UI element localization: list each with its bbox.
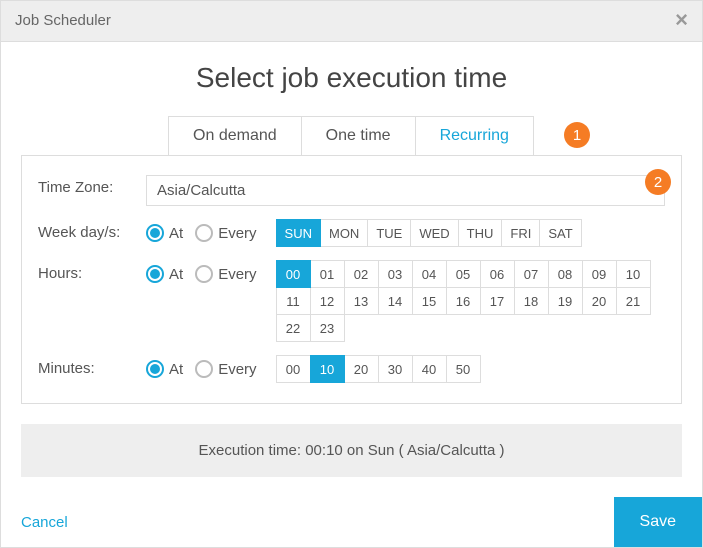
minute-cell-20[interactable]: 20	[344, 355, 379, 383]
hour-cell-11[interactable]: 11	[276, 287, 311, 315]
modal-body: Select job execution time On demand One …	[1, 42, 702, 424]
hour-cell-06[interactable]: 06	[480, 260, 515, 288]
weekday-cell-mon[interactable]: MON	[320, 219, 368, 247]
hour-cell-23[interactable]: 23	[310, 314, 345, 342]
label-minutes: Minutes:	[38, 356, 146, 377]
annotation-badge-1: 1	[564, 122, 590, 148]
tab-strip: On demand One time Recurring 1	[21, 116, 682, 156]
job-scheduler-modal: Job Scheduler × Select job execution tim…	[0, 0, 703, 548]
minute-cell-00[interactable]: 00	[276, 355, 311, 383]
weekday-options: SUNMONTUEWEDTHUFRISAT	[277, 220, 582, 247]
weekday-cell-thu[interactable]: THU	[458, 219, 503, 247]
radio-label-every: Every	[218, 266, 256, 283]
hour-cell-12[interactable]: 12	[310, 287, 345, 315]
weekdays-mode-group: At Every	[146, 220, 269, 242]
hour-cell-02[interactable]: 02	[344, 260, 379, 288]
cancel-button[interactable]: Cancel	[21, 514, 68, 531]
hours-mode-group: At Every	[146, 261, 269, 283]
minute-cell-30[interactable]: 30	[378, 355, 413, 383]
hour-cell-00[interactable]: 00	[276, 260, 311, 288]
page-heading: Select job execution time	[21, 62, 682, 94]
label-time-zone: Time Zone:	[38, 175, 146, 196]
annotation-badge-2: 2	[645, 169, 671, 195]
hour-cell-04[interactable]: 04	[412, 260, 447, 288]
close-icon[interactable]: ×	[675, 9, 688, 31]
hour-cell-01[interactable]: 01	[310, 260, 345, 288]
save-button[interactable]: Save	[614, 497, 702, 547]
hour-cell-18[interactable]: 18	[514, 287, 549, 315]
weekday-cell-tue[interactable]: TUE	[367, 219, 411, 247]
modal-header: Job Scheduler ×	[1, 1, 702, 42]
time-zone-input[interactable]	[146, 175, 665, 206]
hour-cell-14[interactable]: 14	[378, 287, 413, 315]
radio-minutes-every[interactable]	[195, 360, 213, 378]
weekday-cell-fri[interactable]: FRI	[501, 219, 540, 247]
hour-cell-17[interactable]: 17	[480, 287, 515, 315]
row-minutes: Minutes: At Every 001020304050	[38, 356, 665, 383]
weekday-cell-sun[interactable]: SUN	[276, 219, 321, 247]
radio-hours-at[interactable]	[146, 265, 164, 283]
hour-cell-10[interactable]: 10	[616, 260, 651, 288]
radio-label-at: At	[169, 266, 183, 283]
label-week-days: Week day/s:	[38, 220, 146, 241]
hour-cell-16[interactable]: 16	[446, 287, 481, 315]
modal-title: Job Scheduler	[15, 12, 111, 29]
modal-footer: Cancel Save	[1, 497, 702, 547]
execution-summary: Execution time: 00:10 on Sun ( Asia/Calc…	[21, 424, 682, 477]
weekday-cell-sat[interactable]: SAT	[539, 219, 581, 247]
minute-cell-40[interactable]: 40	[412, 355, 447, 383]
row-time-zone: Time Zone:	[38, 175, 665, 206]
minute-options: 001020304050	[277, 356, 481, 383]
tab-on-demand[interactable]: On demand	[168, 116, 302, 156]
row-week-days: Week day/s: At Every SUNMONTUEWEDTHUFRIS…	[38, 220, 665, 247]
hour-cell-19[interactable]: 19	[548, 287, 583, 315]
minutes-mode-group: At Every	[146, 356, 269, 378]
hour-cell-15[interactable]: 15	[412, 287, 447, 315]
hour-cell-13[interactable]: 13	[344, 287, 379, 315]
hour-cell-07[interactable]: 07	[514, 260, 549, 288]
radio-label-at: At	[169, 225, 183, 242]
hour-cell-20[interactable]: 20	[582, 287, 617, 315]
minute-cell-50[interactable]: 50	[446, 355, 481, 383]
hour-cell-08[interactable]: 08	[548, 260, 583, 288]
row-hours: Hours: At Every 0001020304050607080910 11…	[38, 261, 665, 342]
radio-hours-every[interactable]	[195, 265, 213, 283]
tab-one-time[interactable]: One time	[301, 116, 416, 156]
hour-cell-09[interactable]: 09	[582, 260, 617, 288]
minute-cell-10[interactable]: 10	[310, 355, 345, 383]
radio-weekdays-every[interactable]	[195, 224, 213, 242]
radio-label-every: Every	[218, 361, 256, 378]
radio-minutes-at[interactable]	[146, 360, 164, 378]
radio-label-at: At	[169, 361, 183, 378]
hour-cell-03[interactable]: 03	[378, 260, 413, 288]
hour-options: 0001020304050607080910 111213141516171819…	[277, 261, 665, 342]
hour-cell-22[interactable]: 22	[276, 314, 311, 342]
recurring-panel: 2 Time Zone: Week day/s: At Every SUNMON…	[21, 155, 682, 404]
hour-cell-21[interactable]: 21	[616, 287, 651, 315]
label-hours: Hours:	[38, 261, 146, 282]
hour-cell-05[interactable]: 05	[446, 260, 481, 288]
radio-weekdays-at[interactable]	[146, 224, 164, 242]
tab-recurring[interactable]: Recurring	[415, 116, 534, 156]
weekday-cell-wed[interactable]: WED	[410, 219, 458, 247]
radio-label-every: Every	[218, 225, 256, 242]
